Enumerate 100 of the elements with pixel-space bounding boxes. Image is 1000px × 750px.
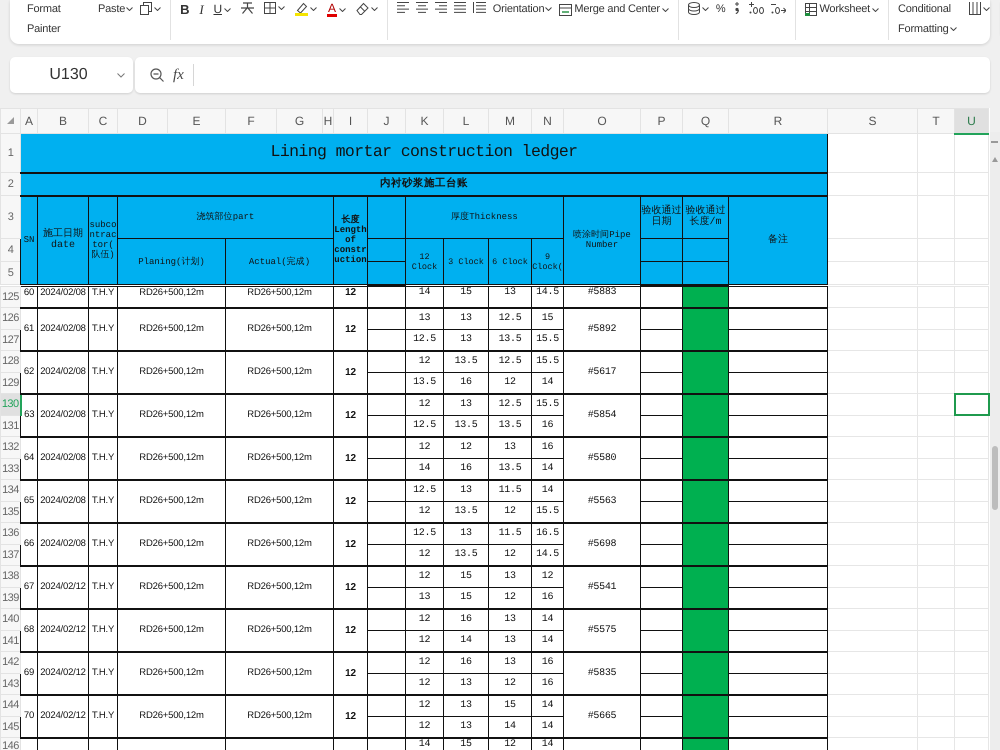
eraser-icon[interactable] xyxy=(356,2,369,15)
coin-stack-icon[interactable] xyxy=(688,2,700,15)
caret-icon[interactable] xyxy=(338,8,346,12)
row-header[interactable]: 132 xyxy=(0,436,20,458)
row-header[interactable]: 127 xyxy=(0,329,20,350)
column-header[interactable]: C xyxy=(88,108,118,134)
column-header[interactable]: J xyxy=(368,108,406,134)
toolbar-button[interactable]: Conditional Formatting xyxy=(898,0,962,39)
column-header[interactable]: H xyxy=(322,108,334,134)
column-header[interactable]: E xyxy=(168,108,226,134)
column-header[interactable]: B xyxy=(38,108,88,134)
row-header[interactable]: 131 xyxy=(0,415,20,436)
font-color-button[interactable]: A xyxy=(326,2,346,17)
column-header[interactable]: Q xyxy=(682,108,728,134)
merge-button[interactable]: Merge and Center xyxy=(559,2,669,17)
table-cell: RD26+500,12m xyxy=(118,350,226,394)
row-header[interactable]: 125 xyxy=(0,286,20,308)
scroll-thumb[interactable] xyxy=(992,446,998,510)
merge-cells-icon[interactable] xyxy=(559,4,572,16)
caret-icon[interactable] xyxy=(545,7,552,12)
row-header[interactable]: 143 xyxy=(0,673,20,694)
toolbar-button[interactable]: Paste xyxy=(98,0,134,19)
row-header[interactable]: 137 xyxy=(0,544,20,566)
copy-icon[interactable] xyxy=(140,2,152,15)
caret-icon[interactable] xyxy=(278,6,285,10)
column-header[interactable]: G xyxy=(276,108,322,134)
table-cell: 2024/02/08 xyxy=(38,350,88,394)
select-all-icon[interactable] xyxy=(7,117,14,124)
column-header[interactable]: L xyxy=(444,108,488,134)
caret-icon[interactable] xyxy=(224,8,231,12)
row-header[interactable]: 5 xyxy=(0,262,20,284)
caret-icon[interactable] xyxy=(310,7,317,11)
underline-button[interactable]: U xyxy=(213,2,231,17)
name-box[interactable]: U130 xyxy=(10,57,133,93)
row-header[interactable]: 140 xyxy=(0,608,20,630)
column-header[interactable]: I xyxy=(334,108,368,134)
row-header[interactable]: 133 xyxy=(0,458,20,480)
caret-icon[interactable] xyxy=(154,6,162,10)
align-center-icon[interactable] xyxy=(416,2,428,13)
row-header[interactable]: 146 xyxy=(0,738,20,750)
caret-icon[interactable] xyxy=(702,6,709,10)
split-handle-icon[interactable] xyxy=(991,141,998,143)
toolbar-button[interactable]: % xyxy=(716,0,726,19)
strikethrough-icon[interactable] xyxy=(240,2,254,14)
borders-icon[interactable] xyxy=(264,2,276,14)
column-header[interactable]: U xyxy=(954,108,988,134)
worksheet-icon[interactable] xyxy=(805,3,818,16)
row-header[interactable]: 138 xyxy=(0,566,20,587)
row-header[interactable]: 4 xyxy=(0,238,20,262)
column-header[interactable]: N xyxy=(532,108,564,134)
caret-icon[interactable] xyxy=(117,72,125,78)
worksheet-button[interactable]: Worksheet xyxy=(805,2,880,17)
row-header[interactable]: 142 xyxy=(0,652,20,673)
row-header[interactable]: 141 xyxy=(0,630,20,652)
row-header[interactable]: 128 xyxy=(0,350,20,372)
row-header[interactable]: 136 xyxy=(0,522,20,544)
decimal-icon[interactable] xyxy=(771,2,786,14)
bold-button[interactable]: B xyxy=(180,2,190,17)
row-header[interactable]: 139 xyxy=(0,587,20,608)
formula-bar[interactable]: fx xyxy=(135,57,990,93)
zoom-out-icon[interactable] xyxy=(150,68,164,82)
distributed-icon[interactable] xyxy=(472,2,486,13)
italic-button[interactable]: I xyxy=(199,2,204,17)
row-header[interactable]: 144 xyxy=(0,694,20,716)
justify-icon[interactable] xyxy=(454,2,466,13)
row-header[interactable]: 126 xyxy=(0,308,20,329)
column-header[interactable]: A xyxy=(20,108,38,134)
column-header[interactable]: M xyxy=(488,108,532,134)
caret-icon[interactable] xyxy=(872,8,880,12)
table-cell: 12 xyxy=(488,501,532,522)
column-header[interactable]: O xyxy=(564,108,640,134)
caret-icon[interactable] xyxy=(983,6,990,10)
caret-icon[interactable] xyxy=(950,27,957,32)
scrollbar[interactable] xyxy=(990,132,1000,750)
caret-icon[interactable] xyxy=(662,8,669,12)
row-header[interactable]: 129 xyxy=(0,372,20,394)
toolbar-button[interactable]: Format Painter xyxy=(27,0,91,39)
caret-icon[interactable] xyxy=(370,6,378,10)
column-header[interactable]: D xyxy=(118,108,168,134)
column-header[interactable]: K xyxy=(406,108,444,134)
column-header[interactable]: R xyxy=(728,108,828,134)
columns-icon[interactable] xyxy=(969,2,982,15)
row-header[interactable]: 135 xyxy=(0,501,20,522)
function-button[interactable]: fx xyxy=(173,64,184,86)
toolbar-button[interactable]: Orientation xyxy=(492,0,552,19)
align-right-icon[interactable] xyxy=(434,2,447,13)
column-header[interactable]: T xyxy=(918,108,954,134)
highlighter-icon[interactable] xyxy=(294,2,308,16)
selected-cell[interactable] xyxy=(954,394,988,415)
column-header[interactable]: P xyxy=(640,108,682,134)
column-header[interactable]: F xyxy=(226,108,276,134)
row-header[interactable]: 134 xyxy=(0,480,20,501)
row-header[interactable]: 2 xyxy=(0,172,20,196)
align-left-icon[interactable] xyxy=(396,2,409,13)
caret-icon[interactable] xyxy=(126,7,134,12)
column-header[interactable]: S xyxy=(828,108,918,134)
row-header[interactable]: 145 xyxy=(0,716,20,738)
row-header[interactable]: 1 xyxy=(0,134,20,172)
row-header[interactable]: 3 xyxy=(0,196,20,238)
decimal-icon[interactable] xyxy=(749,2,764,14)
